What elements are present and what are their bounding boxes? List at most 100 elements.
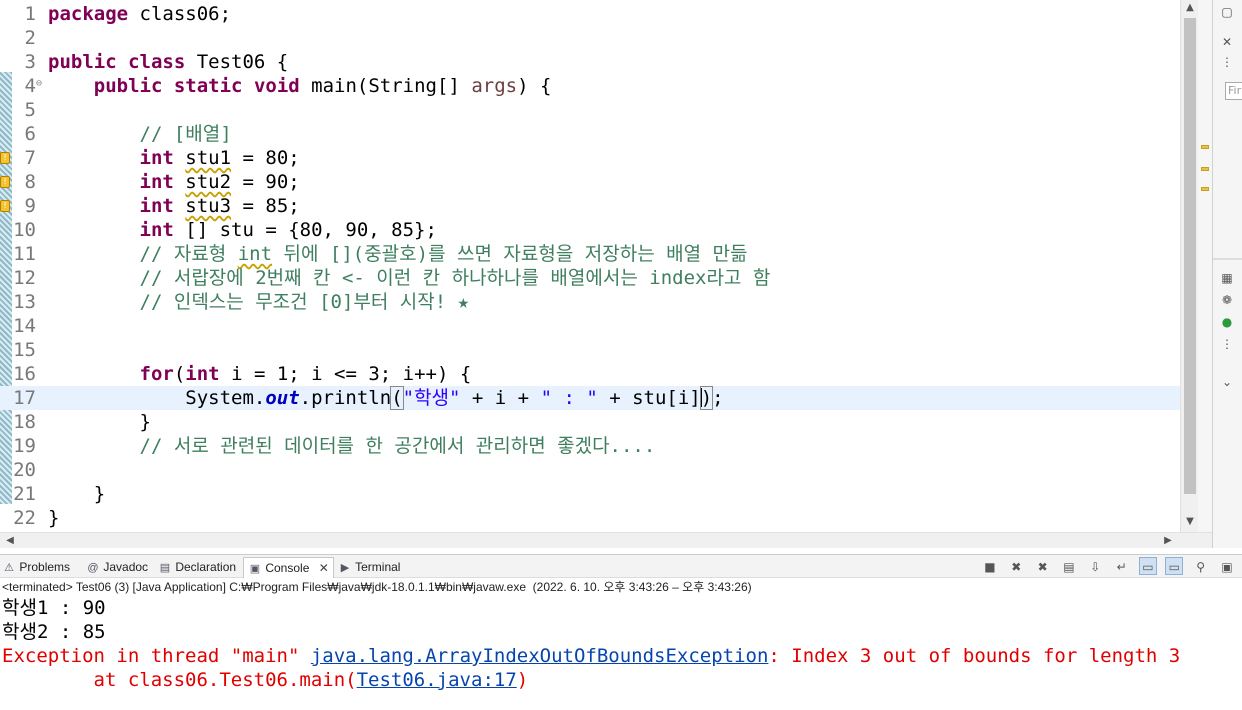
panel-divider — [1213, 258, 1242, 260]
code-line[interactable]: 15 — [0, 338, 1180, 362]
overview-warning-marker[interactable] — [1201, 167, 1209, 171]
code-line[interactable]: 17 System.out.println("학생" + i + " : " +… — [0, 386, 1180, 410]
remove-launch-icon[interactable]: ✖ — [1007, 558, 1025, 576]
code-line[interactable]: 10 int [] stu = {80, 90, 85}; — [0, 218, 1180, 242]
scroll-right-icon[interactable]: ▶ — [1160, 533, 1176, 549]
code-line[interactable]: 3 public class Test06 { — [0, 50, 1180, 74]
clear-console-icon[interactable]: ▤ — [1060, 558, 1078, 576]
code-token: static — [173, 75, 243, 97]
code-token: stu1 — [185, 147, 232, 169]
code-line[interactable]: 16 for(int i = 1; i <= 3; i++) { — [0, 362, 1180, 386]
editor-horizontal-scrollbar[interactable]: ◀ ▶ — [0, 532, 1212, 548]
word-wrap-icon[interactable]: ↵ — [1113, 558, 1131, 576]
exception-link[interactable]: java.lang.ArrayIndexOutOfBoundsException — [311, 645, 769, 667]
code-text: for(int i = 1; i <= 3; i++) { — [48, 362, 472, 386]
overview-warning-marker[interactable] — [1201, 145, 1209, 149]
show-on-stderr-icon[interactable]: ▭ — [1165, 557, 1184, 575]
code-token: + stu[i] — [597, 387, 701, 409]
warning-icon[interactable]: ! — [0, 152, 10, 164]
code-line[interactable]: 14 — [0, 314, 1180, 338]
fold-toggle-icon[interactable]: ⊖ — [36, 74, 46, 94]
console-status: <terminated> Test06 (3) [Java Applicatio… — [2, 580, 752, 594]
scroll-left-icon[interactable]: ◀ — [2, 533, 18, 549]
close-icon[interactable]: ✕ — [319, 561, 329, 575]
scroll-thumb[interactable] — [1184, 18, 1196, 494]
chevron-down-icon[interactable]: ⌄ — [1219, 374, 1235, 390]
open-console-icon[interactable]: ▣ — [1218, 558, 1236, 576]
trace-link[interactable]: Test06.java:17 — [357, 669, 517, 691]
package-icon[interactable]: ❁ — [1219, 292, 1235, 308]
editor-vertical-scrollbar[interactable]: ▲ ▼ — [1180, 0, 1198, 532]
code-token: // 인덱스는 무조건 [0]부터 시작! ★ — [139, 291, 470, 313]
scroll-up-icon[interactable]: ▲ — [1181, 0, 1199, 16]
code-line[interactable]: 2 — [0, 26, 1180, 50]
warning-icon[interactable]: ! — [0, 176, 10, 188]
overview-warning-marker[interactable] — [1201, 187, 1209, 191]
code-token: ) — [699, 386, 714, 410]
code-line[interactable]: 8! int stu2 = 90; — [0, 170, 1180, 194]
code-text: int stu2 = 90; — [48, 170, 300, 194]
code-line[interactable]: 22} — [0, 506, 1180, 530]
code-token: ( — [173, 363, 186, 385]
code-text: // 자료형 int 뒤에 [](중괄호)를 쓰면 자료형을 저장하는 배열 만… — [48, 242, 748, 266]
code-token: System. — [48, 387, 266, 409]
line-number: 8 — [24, 171, 36, 193]
line-number: 1 — [24, 3, 36, 25]
code-token: } — [48, 483, 106, 505]
line-number: 17 — [13, 387, 36, 409]
line-number: 6 — [24, 123, 36, 145]
code-line[interactable]: 1 package class06; — [0, 2, 1180, 26]
code-line[interactable]: 11 // 자료형 int 뒤에 [](중괄호)를 쓰면 자료형을 저장하는 배… — [0, 242, 1180, 266]
code-line[interactable]: 21 } — [0, 482, 1180, 506]
code-token: for — [139, 363, 174, 385]
console-output[interactable]: 학생1 : 90 학생2 : 85 Exception in thread "m… — [0, 596, 1242, 710]
stop-icon[interactable]: ■ — [981, 558, 999, 576]
code-line[interactable]: 13 // 인덱스는 무조건 [0]부터 시작! ★ — [0, 290, 1180, 314]
code-token: int — [139, 219, 174, 241]
code-line[interactable]: 9! int stu3 = 85; — [0, 194, 1180, 218]
code-token: " : " — [540, 387, 598, 409]
code-line[interactable]: 19 // 서로 관련된 데이터를 한 공간에서 관리하면 좋겠다.... — [0, 434, 1180, 458]
code-line[interactable]: 12 // 서랍장에 2번째 칸 <- 이런 칸 하나하나를 배열에서는 ind… — [0, 266, 1180, 290]
overview-ruler[interactable] — [1198, 0, 1212, 532]
code-line[interactable]: 6 // [배열] — [0, 122, 1180, 146]
scroll-lock-icon[interactable]: ⇩ — [1086, 558, 1104, 576]
method-icon[interactable]: ● — [1219, 314, 1235, 330]
console-error-line: Exception in thread "main" java.lang.Arr… — [2, 644, 1180, 668]
view-menu-icon[interactable]: ⋮ — [1219, 336, 1235, 352]
code-token: main(String[] — [299, 75, 472, 97]
code-line[interactable]: 4 ⊖ public static void main(String[] args… — [0, 74, 1180, 98]
remove-all-icon[interactable]: ✖ — [1034, 558, 1052, 576]
line-number: 22 — [13, 507, 36, 529]
code-line[interactable]: 7! int stu1 = 80; — [0, 146, 1180, 170]
tab-javadoc[interactable]: @ Javadoc — [86, 557, 148, 578]
code-editor[interactable]: 1 package class06; 2 3 public class Test06 {… — [0, 0, 1180, 532]
code-text: int stu3 = 85; — [48, 194, 300, 218]
code-text: // 서로 관련된 데이터를 한 공간에서 관리하면 좋겠다.... — [48, 434, 656, 458]
view-menu-icon[interactable]: ⋮ — [1219, 54, 1235, 70]
find-input[interactable]: Fir — [1225, 82, 1242, 100]
code-token: int — [139, 147, 174, 169]
tab-terminal[interactable]: ▶ Terminal — [338, 557, 401, 578]
line-number: 14 — [13, 315, 36, 337]
warning-icon[interactable]: ! — [0, 200, 10, 212]
pin-console-icon[interactable]: ⚲ — [1192, 558, 1210, 576]
code-line[interactable]: 18 } — [0, 410, 1180, 434]
code-line[interactable]: 5 — [0, 98, 1180, 122]
scroll-down-icon[interactable]: ▼ — [1181, 514, 1199, 530]
new-file-icon[interactable]: ▢ — [1219, 4, 1235, 20]
code-token: // 서랍장에 2번째 칸 <- 이런 칸 하나하나를 배열에서는 index라… — [139, 267, 771, 289]
tab-problems[interactable]: ⚠ Problems — [2, 557, 70, 578]
tab-console[interactable]: ▣ Console ✕ — [243, 557, 334, 578]
hide-fields-icon[interactable]: ✕ — [1219, 34, 1235, 50]
tab-declaration[interactable]: ▤ Declaration — [158, 557, 236, 578]
code-token: ( — [390, 386, 404, 410]
show-on-stdout-icon[interactable]: ▭ — [1138, 557, 1157, 575]
code-line[interactable]: 20 — [0, 458, 1180, 482]
line-number: 21 — [13, 483, 36, 505]
outline-icon[interactable]: ▦ — [1219, 270, 1235, 286]
code-token: public — [48, 51, 117, 73]
